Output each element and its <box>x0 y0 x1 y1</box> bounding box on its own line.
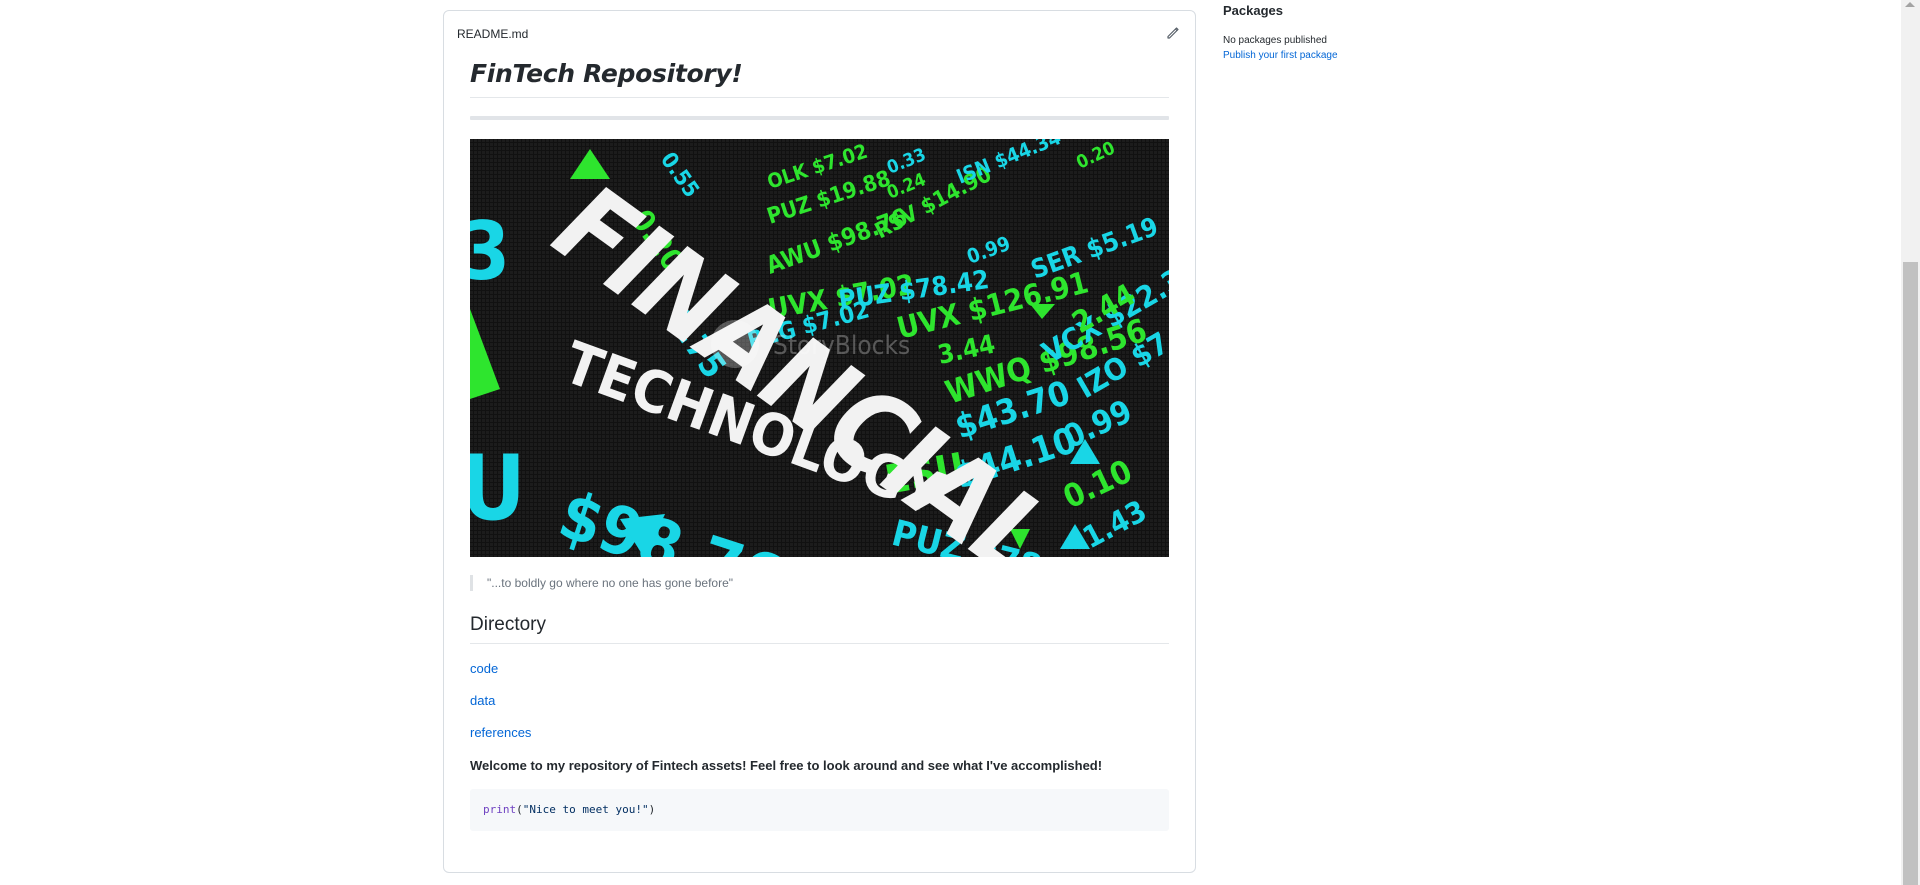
welcome-text: Welcome to my repository of Fintech asse… <box>470 758 1103 773</box>
readme-box: README.md FinTech Repository! $98.76 PUZ… <box>443 10 1196 873</box>
link-code[interactable]: code <box>470 661 1169 677</box>
vertical-scrollbar[interactable] <box>1901 0 1920 885</box>
packages-heading[interactable]: Packages <box>1223 3 1283 18</box>
readme-filename: README.md <box>457 27 529 41</box>
watermark-text: StoryBlocks <box>773 331 910 361</box>
ticker-fragment-u: U <box>470 436 526 541</box>
pencil-icon[interactable] <box>1165 25 1181 41</box>
repo-title: FinTech Repository! <box>470 59 1169 98</box>
scrollbar-thumb[interactable] <box>1903 262 1918 885</box>
readme-body: FinTech Repository! $98.76 PUZ $78.42 ES… <box>470 59 1169 831</box>
watermark-logo <box>711 320 759 368</box>
hero-image: $98.76 PUZ $78.42 ESU $44.10 $43.70 WWQ … <box>470 139 1169 557</box>
readme-header: README.md <box>444 11 1195 55</box>
code-paren-close: ) <box>648 803 656 816</box>
ticker-fragment-3: 3 <box>470 205 510 298</box>
blockquote: "...to boldly go where no one has gone b… <box>470 575 1169 591</box>
link-references[interactable]: references <box>470 725 1169 741</box>
publish-package-link[interactable]: Publish your first package <box>1223 50 1338 61</box>
code-string: "Nice to meet you!" <box>522 803 649 816</box>
code-function: print <box>483 803 517 816</box>
code-block: print("Nice to meet you!") <box>470 789 1169 831</box>
link-data[interactable]: data <box>470 693 1169 709</box>
horizontal-rule <box>470 116 1169 120</box>
directory-heading: Directory <box>470 614 1169 644</box>
no-packages-text: No packages published <box>1223 35 1327 46</box>
scroll-up-arrow-icon[interactable] <box>1905 2 1915 7</box>
code-paren-open: ( <box>516 803 523 816</box>
